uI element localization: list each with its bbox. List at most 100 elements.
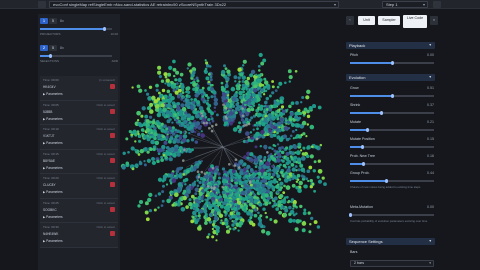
tree-node [193,78,196,81]
parameters-toggle[interactable]: ▶Parameters [43,166,63,170]
tree-node [313,189,317,193]
prob-new-tree-slider[interactable] [350,162,434,166]
tree-node [233,173,237,176]
close-button[interactable]: × [430,16,438,25]
tree-node [168,93,173,97]
list-item[interactable]: Time: 00:20 Click to select CLUC8Y ▶Para… [40,174,118,199]
tree-node [176,82,179,85]
tree-node [141,106,146,111]
tree-node [268,146,271,150]
live-code-button[interactable]: Live Code [403,15,427,28]
delete-icon[interactable] [110,182,115,187]
tree-node [246,156,250,160]
tree-node [127,150,130,154]
run-select[interactable]: evoConf singleMap refSingleEmb nNcc-sand… [49,1,339,8]
delete-icon[interactable] [110,206,115,212]
tree-node [181,138,187,143]
tree-node [282,163,287,168]
list-item[interactable]: Time: 00:30 Click to select N4HE4WK ▶Par… [40,223,118,248]
grow-slider[interactable] [350,94,434,98]
tree-node [160,103,165,108]
sampler-button[interactable]: Sampler [378,16,400,25]
mutate-slider[interactable] [350,128,434,132]
sequence-settings-section-header[interactable]: Sequence Settings ▼ [346,238,435,245]
list-item[interactable]: Time: 00:25 Click to select SOGBKC ▶Para… [40,198,118,223]
tree-node [186,123,190,127]
tree-node [158,94,163,99]
tree-node [152,147,156,152]
list-item[interactable]: Time: 00:15 Click to select B8Y5AE ▶Para… [40,149,118,174]
tree-node [167,151,170,155]
list-item[interactable]: Time: 00:10 Click to select V1KTJ7 ▶Para… [40,125,118,150]
projector-1-button[interactable]: 1 [40,18,48,24]
tree-node [137,153,141,156]
tree-node [166,198,171,204]
group-prob-slider[interactable] [350,179,434,183]
tree-node [146,150,150,154]
delete-icon[interactable] [110,108,115,114]
back-button[interactable]: ‹ [346,16,354,25]
tree-node [205,76,210,81]
selections-slider[interactable] [40,54,112,58]
tree-node [234,202,238,207]
parameters-toggle[interactable]: ▶Parameters [43,141,63,145]
tree-node [211,171,215,175]
delete-icon[interactable] [110,84,115,89]
tree-node [174,90,179,95]
tree-node [317,159,321,163]
tree-node [259,106,264,111]
tree-node [189,124,194,130]
unit-button[interactable]: Unit [358,16,375,25]
list-item[interactable]: Time: 00:00 (1 unsaved) HK4G4V ▶Paramete… [40,76,118,101]
tree-visualization-canvas[interactable] [120,9,342,270]
pitch-slider[interactable] [350,61,434,65]
selection-5-button[interactable]: 5 [49,45,57,51]
delete-icon[interactable] [110,157,115,163]
tree-node [203,174,209,179]
parameters-toggle[interactable]: ▶Parameters [43,92,63,96]
tree-node [206,217,212,222]
tree-edge [222,124,278,148]
parameters-toggle[interactable]: ▶Parameters [43,117,63,121]
list-item[interactable]: Time: 00:05 Click to select 5J8BB ▶Param… [40,100,118,125]
tree-node [258,188,262,192]
tree-node [262,225,266,229]
tree-node [301,221,307,226]
mutate-position-slider[interactable] [350,145,434,149]
shrink-slider[interactable] [350,111,434,115]
entry-name: N4HE4WK [43,232,59,236]
delete-icon[interactable] [110,133,115,138]
settings-button[interactable] [433,1,441,8]
tree-node [260,176,264,179]
tree-node [299,204,303,209]
tree-node [241,64,245,67]
projector-5-button[interactable]: 5 [49,18,57,24]
parameters-toggle[interactable]: ▶Parameters [43,190,63,194]
tree-node [157,152,161,156]
selection-2-button[interactable]: 2 [40,45,48,51]
tree-node [201,86,205,90]
tree-node [257,64,261,68]
tree-node [261,229,266,234]
playback-section-header[interactable]: Playback ▼ [346,42,435,49]
menu-button[interactable] [38,1,46,8]
bars-select[interactable]: 2 bars ▾ [350,260,434,267]
parameters-toggle[interactable]: ▶Parameters [43,215,63,219]
projectors-slider[interactable] [40,27,112,31]
param-value: 0.00 [427,53,434,57]
step-select[interactable]: Step 1 ▾ [382,1,428,8]
tree-node [263,85,267,89]
tree-node [229,121,233,126]
tree-node [204,59,207,62]
tree-node [194,203,199,208]
tree-node [309,124,315,130]
delete-icon[interactable] [110,231,115,236]
tree-node [292,137,295,140]
tree-node [281,121,284,124]
evolution-section-header[interactable]: Evolution ▼ [346,74,435,81]
parameters-toggle[interactable]: ▶Parameters [43,239,63,243]
tree-node [154,140,160,146]
tree-node [186,86,191,91]
tree-node [254,170,258,174]
meta-mutation-slider[interactable] [348,213,434,217]
